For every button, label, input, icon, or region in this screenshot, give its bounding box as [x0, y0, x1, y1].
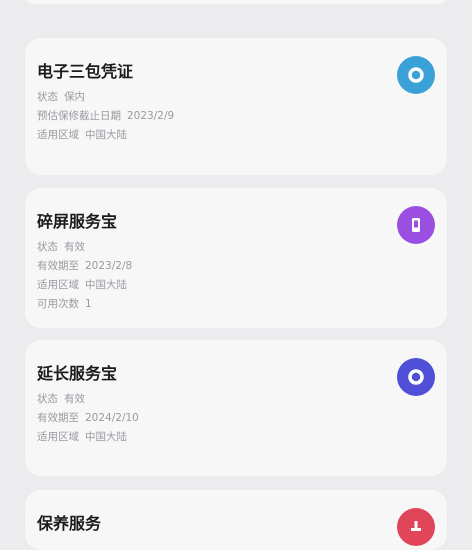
detail-row: 有效期至 2023/2/8 [37, 260, 133, 272]
previous-card[interactable] [25, 0, 447, 4]
phone-icon [397, 206, 435, 244]
screen-protection-card[interactable]: 碎屏服务宝 状态 有效 有效期至 2023/2/8 适用区域 中国大陆 可用次数 1 [25, 188, 447, 328]
detail-row: 有效期至 2024/2/10 [37, 412, 139, 424]
detail-row: 预估保修截止日期 2023/2/9 [37, 110, 175, 122]
maintenance-icon [397, 508, 435, 546]
ring-icon [397, 56, 435, 94]
card-details: 状态 有效 有效期至 2023/2/8 适用区域 中国大陆 可用次数 1 [37, 238, 132, 314]
detail-row: 适用区域 中国大陆 [37, 431, 127, 443]
card-title: 电子三包凭证 [37, 62, 134, 81]
detail-row: 适用区域 中国大陆 [37, 129, 127, 141]
card-details: 状态 保内 预估保修截止日期 2023/2/9 适用区域 中国大陆 [37, 88, 174, 145]
card-title: 保养服务 [37, 514, 102, 533]
detail-row: 状态 有效 [37, 393, 85, 405]
detail-row: 状态 有效 [37, 241, 85, 253]
card-title: 延长服务宝 [37, 364, 118, 383]
extended-warranty-card[interactable]: 延长服务宝 状态 有效 有效期至 2024/2/10 适用区域 中国大陆 [25, 340, 447, 476]
detail-row: 状态 保内 [37, 91, 85, 103]
card-title: 碎屏服务宝 [37, 212, 118, 231]
detail-row: 适用区域 中国大陆 [37, 279, 127, 291]
detail-row: 可用次数 1 [37, 298, 92, 310]
maintenance-card[interactable]: 保养服务 [25, 490, 447, 550]
warranty-card[interactable]: 电子三包凭证 状态 保内 预估保修截止日期 2023/2/9 适用区域 中国大陆 [25, 38, 447, 175]
card-details: 状态 有效 有效期至 2024/2/10 适用区域 中国大陆 [37, 390, 139, 447]
ring-icon [397, 358, 435, 396]
